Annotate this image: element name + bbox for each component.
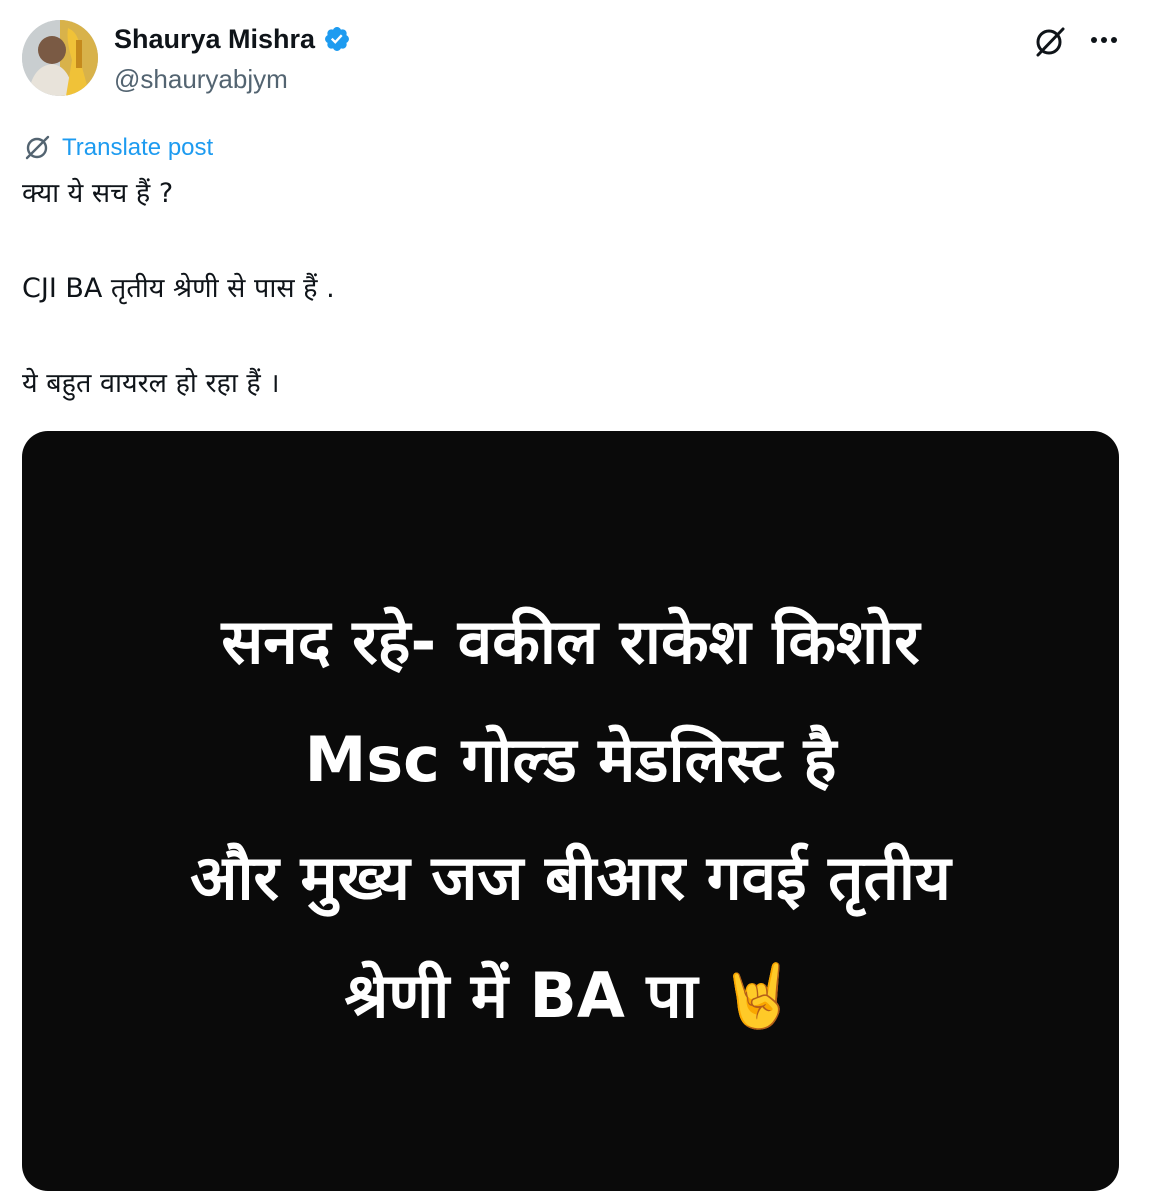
translate-post-label[interactable]: Translate post xyxy=(62,132,213,164)
media-text-line-3: और मुख्य जज बीआर गवई तृतीय xyxy=(190,841,951,914)
translate-post-link[interactable]: Translate post xyxy=(22,132,213,164)
verified-badge-icon xyxy=(325,27,350,51)
author-avatar[interactable] xyxy=(22,20,98,96)
post-text-line-1: क्या ये सच हैं ? xyxy=(22,178,174,209)
author-handle[interactable]: @shauryabjym xyxy=(114,62,288,96)
more-options-icon xyxy=(1091,37,1117,43)
media-text-line-4-row: श्रेणी में BA पा 🤘 xyxy=(22,937,1119,1055)
grok-button[interactable] xyxy=(1032,24,1068,60)
media-caption: सनद रहे- वकील राकेश किशोर Msc गोल्ड मेडल… xyxy=(22,583,1119,1055)
author-name-row[interactable]: Shaurya Mishra xyxy=(114,22,351,56)
post-media-image[interactable]: सनद रहे- वकील राकेश किशोर Msc गोल्ड मेडल… xyxy=(22,431,1119,1191)
rock-hand-emoji: 🤘 xyxy=(719,959,797,1032)
post-text-line-3: ये बहुत वायरल हो रहा हैं । xyxy=(22,368,280,399)
avatar-image xyxy=(22,20,98,96)
post-text-line-2: CJI BA तृतीय श्रेणी से पास हैं . xyxy=(22,273,335,304)
media-text-line-1: सनद रहे- वकील राकेश किशोर xyxy=(221,605,920,678)
translate-icon xyxy=(25,135,50,160)
author-name[interactable]: Shaurya Mishra xyxy=(114,22,315,56)
media-text-line-2: Msc गोल्ड मेडलिस्ट है xyxy=(304,723,837,796)
more-options-button[interactable] xyxy=(1084,22,1124,58)
grok-icon xyxy=(1036,27,1065,57)
media-text-line-4: श्रेणी में BA पा xyxy=(344,959,698,1032)
